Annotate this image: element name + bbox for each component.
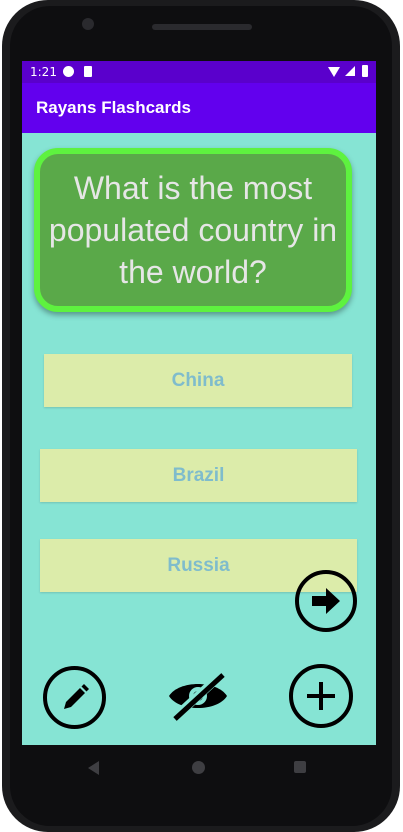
home-icon[interactable] bbox=[192, 761, 205, 774]
question-text: What is the most populated country in th… bbox=[48, 170, 338, 290]
signal-icon bbox=[345, 66, 355, 76]
next-button[interactable] bbox=[295, 570, 357, 632]
app-title: Rayans Flashcards bbox=[36, 98, 191, 117]
back-icon[interactable] bbox=[88, 761, 99, 775]
status-bar: 1:21 bbox=[22, 61, 376, 83]
pencil-icon bbox=[63, 683, 89, 709]
plus-icon bbox=[307, 682, 335, 710]
recent-apps-icon[interactable] bbox=[294, 761, 306, 773]
toggle-visibility-button[interactable] bbox=[165, 669, 231, 723]
answer-option-china[interactable]: China bbox=[44, 354, 352, 407]
add-card-button[interactable] bbox=[289, 664, 353, 728]
arrow-right-icon bbox=[312, 588, 340, 614]
app-bar: Rayans Flashcards bbox=[22, 83, 376, 133]
answer-option-brazil[interactable]: Brazil bbox=[40, 449, 357, 502]
notification-icon bbox=[63, 66, 74, 77]
wifi-icon bbox=[328, 67, 340, 77]
status-time: 1:21 bbox=[30, 65, 57, 79]
sd-card-icon bbox=[84, 66, 92, 77]
eye-off-icon bbox=[169, 669, 227, 723]
front-camera bbox=[82, 18, 94, 30]
battery-icon bbox=[362, 65, 368, 77]
earpiece-speaker bbox=[152, 24, 252, 30]
system-navigation-bar bbox=[22, 745, 376, 791]
app-screen: 1:21 Rayans Flashcards What is the most … bbox=[22, 61, 376, 745]
edit-button[interactable] bbox=[43, 666, 106, 729]
question-card[interactable]: What is the most populated country in th… bbox=[34, 148, 352, 312]
